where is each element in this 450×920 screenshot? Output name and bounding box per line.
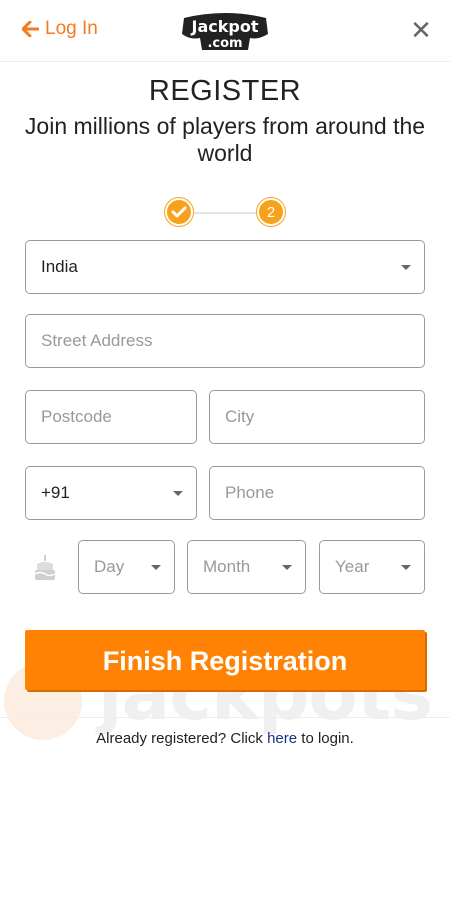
already-registered-text: Already registered? Click here to login.: [0, 730, 450, 747]
street-placeholder: Street Address: [41, 331, 153, 350]
login-label[interactable]: Log In: [45, 18, 98, 40]
dial-code-select[interactable]: +91: [25, 466, 197, 520]
step-1-complete: [165, 198, 193, 226]
check-icon: [171, 206, 187, 218]
birth-day-select[interactable]: Day: [78, 540, 175, 594]
arrow-left-icon: [22, 21, 39, 37]
city-placeholder: City: [225, 407, 255, 426]
city-input[interactable]: City: [209, 390, 425, 444]
logo-text-bottom: .com: [207, 36, 242, 51]
dial-code-value: +91: [41, 483, 70, 502]
year-label: Year: [335, 557, 370, 576]
login-here-link[interactable]: here: [267, 730, 297, 747]
phone-input[interactable]: Phone: [209, 466, 425, 520]
day-label: Day: [94, 557, 125, 576]
already-prefix: Already registered? Click: [96, 730, 263, 747]
jackpot-logo[interactable]: Jackpot .com: [178, 10, 272, 52]
phone-placeholder: Phone: [225, 483, 275, 502]
chevron-down-icon: [401, 265, 411, 270]
logo-text-top: Jackpot: [191, 17, 259, 36]
postcode-input[interactable]: Postcode: [25, 390, 197, 444]
page-title: REGISTER: [148, 75, 302, 107]
footer-divider: [0, 717, 450, 718]
page-subtitle: Join millions of players from around the…: [24, 113, 426, 166]
birth-year-select[interactable]: Year: [319, 540, 425, 594]
close-icon: ✕: [410, 15, 432, 45]
step-connector: [193, 212, 257, 214]
country-select[interactable]: India: [25, 240, 425, 294]
step-indicator: 2: [163, 197, 287, 227]
chevron-down-icon: [401, 565, 411, 570]
already-suffix: to login.: [301, 730, 354, 747]
login-link[interactable]: Log In: [22, 18, 98, 40]
top-bar: Log In Jackpot .com ✕: [0, 0, 450, 62]
chevron-down-icon: [282, 565, 292, 570]
month-label: Month: [203, 557, 251, 576]
step-2-current: 2: [257, 198, 285, 226]
birth-month-select[interactable]: Month: [187, 540, 306, 594]
cake-icon: [34, 555, 56, 580]
finish-registration-button[interactable]: Finish Registration: [25, 630, 425, 690]
postcode-placeholder: Postcode: [41, 407, 112, 426]
chevron-down-icon: [173, 491, 183, 496]
close-button[interactable]: ✕: [410, 15, 432, 45]
chevron-down-icon: [151, 565, 161, 570]
step-2-label: 2: [266, 203, 276, 221]
street-address-input[interactable]: Street Address: [25, 314, 425, 368]
country-value: India: [41, 257, 78, 276]
